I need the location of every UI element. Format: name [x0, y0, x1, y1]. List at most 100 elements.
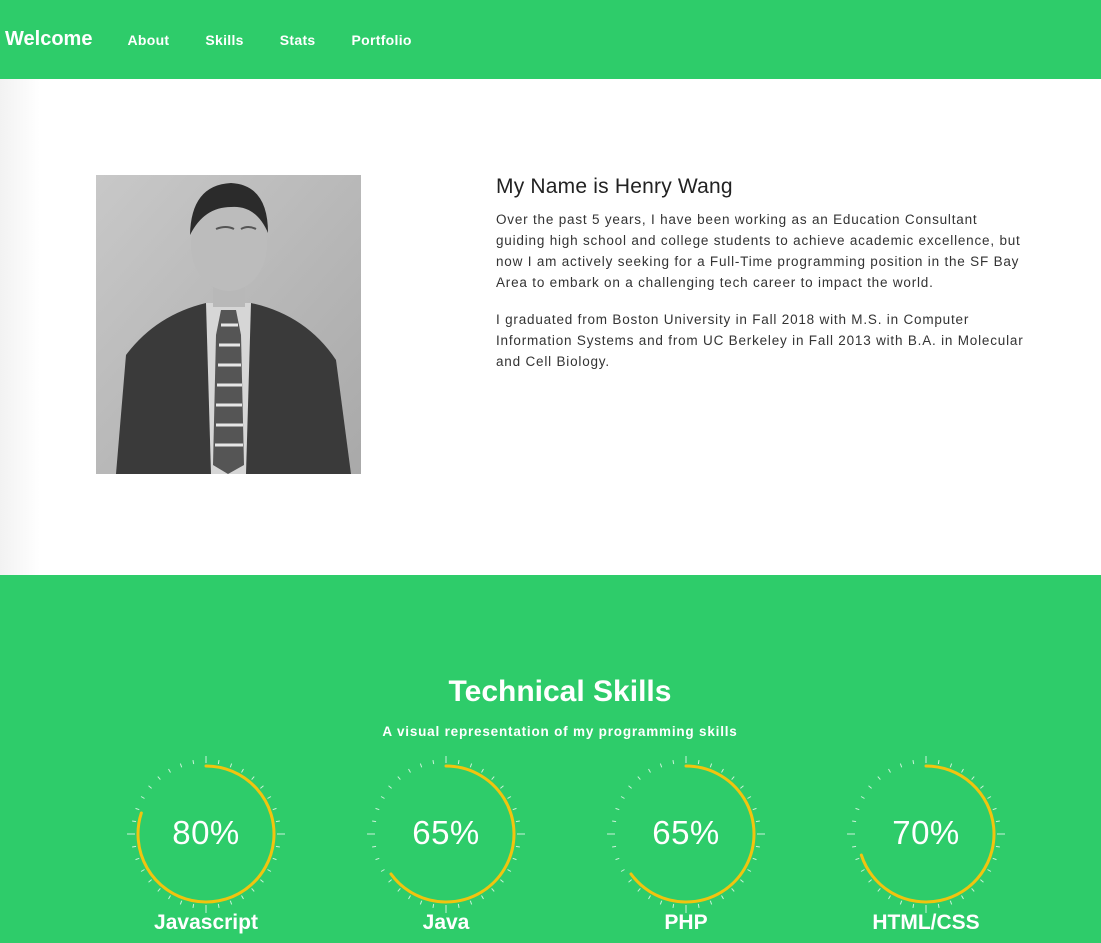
gauge-tick — [620, 869, 625, 872]
gauge-tick — [388, 879, 392, 883]
gauge-tick — [937, 760, 940, 765]
gauge-tick — [481, 768, 484, 773]
skill-name: HTML/CSS — [872, 911, 980, 934]
gauge-tick — [260, 785, 264, 789]
gauge-tick — [747, 796, 752, 799]
gauge-tick — [251, 776, 255, 780]
gauge-tick — [375, 807, 380, 811]
gauge-tick — [241, 895, 244, 900]
skill-name: Java — [422, 911, 470, 934]
gauge-tick — [752, 857, 757, 861]
gauge-tick — [860, 796, 865, 799]
gauge-tick — [961, 895, 964, 900]
gauge-tick — [419, 900, 423, 905]
gauge-tick — [855, 807, 860, 811]
gauge-tick — [888, 895, 891, 900]
gauge-tick — [980, 785, 984, 789]
gauge-tick — [397, 776, 401, 780]
skills-subtitle: A visual representation of my programmin… — [382, 724, 738, 739]
skill-percent: 65% — [652, 814, 720, 851]
gauge-tick — [659, 900, 663, 905]
gauge-tick — [731, 888, 735, 892]
gauge-tick — [937, 903, 940, 908]
skill-gauge-html-css: 70% HTML/CSS — [842, 756, 1005, 943]
gauge-tick — [697, 760, 700, 765]
skill-name: PHP — [664, 911, 708, 934]
gauge-tick — [192, 760, 195, 765]
gauge-tick — [397, 888, 401, 892]
gauge-tick — [140, 869, 145, 872]
skill-gauge-javascript: 80% Javascript — [122, 756, 285, 943]
skills-section: Technical Skills A visual representation… — [0, 575, 1101, 943]
gauge-tick — [868, 785, 872, 789]
gauge-tick — [267, 796, 272, 799]
gauge-tick — [949, 900, 953, 905]
brand-link[interactable]: Welcome — [5, 28, 92, 51]
gauge-tick — [380, 869, 385, 872]
gauge-tick — [491, 776, 495, 780]
gauge-tick — [697, 903, 700, 908]
gauge-tick — [375, 857, 380, 861]
gauge-tick — [260, 879, 264, 883]
gauge-tick — [500, 785, 504, 789]
gauge-tick — [157, 888, 161, 892]
gauge-tick — [432, 903, 435, 908]
gauge-tick — [637, 888, 641, 892]
gauge-tick — [267, 869, 272, 872]
gauge-tick — [855, 857, 860, 861]
gauge-tick — [987, 796, 992, 799]
gauge-tick — [899, 763, 903, 768]
gauge-tick — [419, 763, 423, 768]
gauge-tick — [877, 888, 881, 892]
gauge-tick — [432, 760, 435, 765]
gauge-tick — [469, 900, 473, 905]
about-section: My Name is Henry Wang Over the past 5 ye… — [0, 79, 1101, 575]
gauge-tick — [721, 895, 724, 900]
gauge-tick — [168, 895, 171, 900]
gauge-tick — [888, 768, 891, 773]
gauge-tick — [672, 760, 675, 765]
gauge-tick — [615, 807, 620, 811]
gauge-tick — [912, 903, 915, 908]
gauge-tick — [868, 879, 872, 883]
gauge-tick — [709, 900, 713, 905]
gauge-tick — [992, 857, 997, 861]
gauge-tick — [217, 760, 220, 765]
nav-link-stats[interactable]: Stats — [280, 32, 316, 48]
about-text: My Name is Henry Wang Over the past 5 ye… — [496, 175, 1026, 388]
gauge-tick — [949, 763, 953, 768]
gauge-tick — [192, 903, 195, 908]
gauge-tick — [241, 768, 244, 773]
gauge-tick — [620, 796, 625, 799]
gauge-tick — [512, 857, 517, 861]
nav-link-skills[interactable]: Skills — [205, 32, 243, 48]
gauge-tick — [740, 785, 744, 789]
gauge-tick — [709, 763, 713, 768]
gauge-tick — [899, 900, 903, 905]
gauge-tick — [987, 869, 992, 872]
gauge-tick — [912, 760, 915, 765]
gauge-tick — [408, 895, 411, 900]
gauge-tick — [971, 888, 975, 892]
section-shadow — [0, 79, 40, 575]
gauge-tick — [507, 869, 512, 872]
gauge-tick — [251, 888, 255, 892]
gauge-tick — [148, 879, 152, 883]
gauge-tick — [380, 796, 385, 799]
nav-link-portfolio[interactable]: Portfolio — [352, 32, 412, 48]
gauge-tick — [491, 888, 495, 892]
nav-link-about[interactable]: About — [127, 32, 169, 48]
skill-gauge-php: 65% PHP — [602, 756, 765, 943]
gauge-tick — [179, 900, 183, 905]
gauge-tick — [980, 879, 984, 883]
gauge-tick — [731, 776, 735, 780]
gauge-tick — [481, 895, 484, 900]
gauge-tick — [628, 785, 632, 789]
gauge-tick — [388, 785, 392, 789]
gauge-tick — [135, 807, 140, 811]
profile-photo-image — [96, 175, 361, 474]
gauge-tick — [648, 768, 651, 773]
gauge-tick — [135, 857, 140, 861]
gauge-tick — [672, 903, 675, 908]
gauge-tick — [229, 900, 233, 905]
